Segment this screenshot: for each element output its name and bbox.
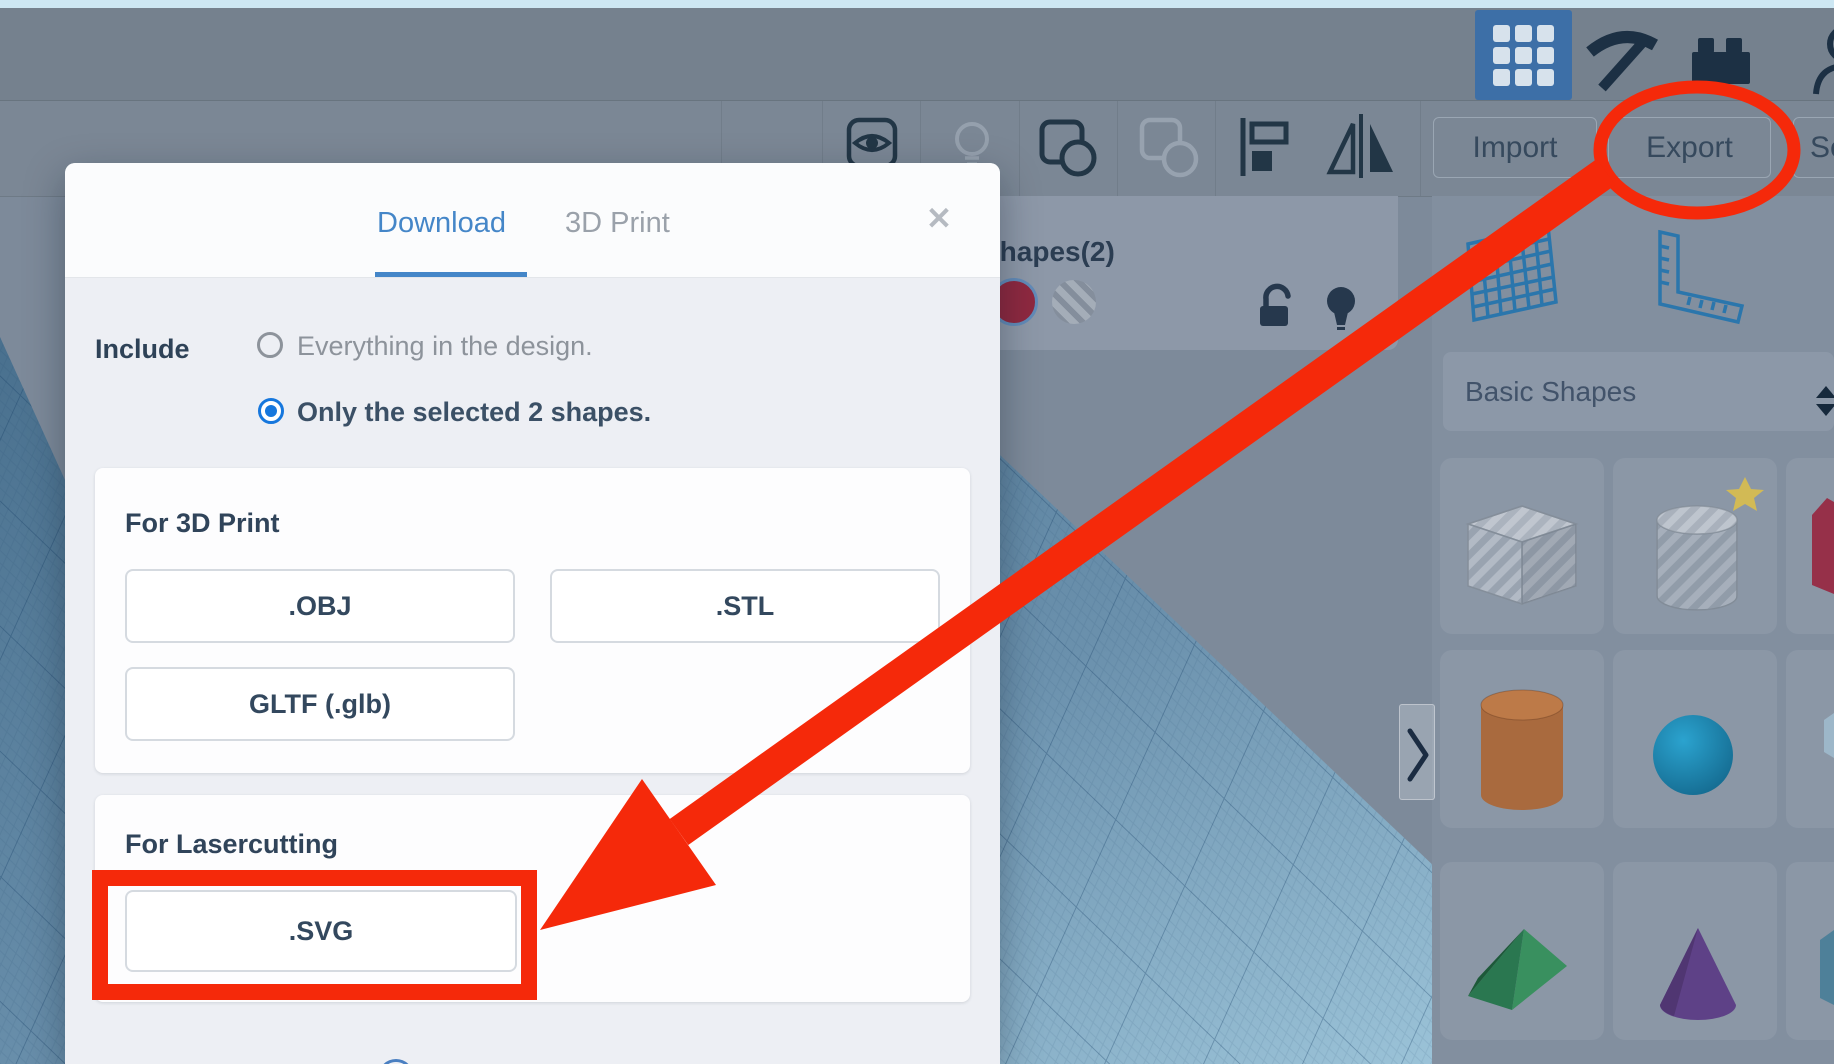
radio-only-selected[interactable] bbox=[258, 398, 284, 424]
send-to-label: Se bbox=[1810, 130, 1834, 164]
radio-everything[interactable] bbox=[257, 332, 283, 358]
shape-tile-box[interactable] bbox=[1440, 458, 1604, 634]
send-to-button[interactable]: Se bbox=[1793, 117, 1834, 178]
import-button[interactable]: Import bbox=[1433, 117, 1597, 178]
toolbar-divider bbox=[1420, 101, 1421, 196]
category-label: Basic Shapes bbox=[1465, 375, 1637, 407]
annotation-highlight-box bbox=[92, 870, 537, 1000]
grid-menu-icon[interactable] bbox=[1475, 10, 1572, 100]
shape-tile-cone[interactable] bbox=[1613, 862, 1777, 1040]
download-obj-button[interactable]: .OBJ bbox=[125, 569, 515, 643]
close-icon[interactable]: ✕ bbox=[921, 201, 957, 237]
partial-radio-button[interactable] bbox=[378, 1059, 414, 1064]
radio-everything-label[interactable]: Everything in the design. bbox=[297, 331, 593, 362]
section-title: For 3D Print bbox=[125, 508, 280, 538]
radio-only-selected-label[interactable]: Only the selected 2 shapes. bbox=[297, 397, 651, 428]
shape-category-select[interactable]: Basic Shapes bbox=[1443, 352, 1834, 431]
toolbar-divider bbox=[1215, 101, 1216, 196]
top-accent-strip bbox=[0, 0, 1834, 8]
active-tab-underline bbox=[375, 272, 527, 277]
panel-collapse-button[interactable] bbox=[1399, 704, 1435, 800]
shape-tile-orange-cylinder[interactable] bbox=[1440, 650, 1604, 828]
export-button[interactable]: Export bbox=[1608, 117, 1771, 178]
chevron-right-icon bbox=[1407, 728, 1429, 782]
section-title: For Lasercutting bbox=[125, 829, 339, 859]
shape-tile-half[interactable] bbox=[1786, 650, 1834, 828]
shape-tile-cylinder[interactable] bbox=[1613, 458, 1777, 634]
download-gltf-button[interactable]: GLTF (.glb) bbox=[125, 667, 515, 741]
include-label: Include bbox=[95, 334, 190, 364]
shape-tile-roof[interactable] bbox=[1440, 862, 1604, 1040]
tab-download[interactable]: Download bbox=[377, 207, 506, 240]
toolbar-divider bbox=[1019, 101, 1020, 196]
striped-shape-swatch[interactable] bbox=[1052, 280, 1096, 324]
export-label: Export bbox=[1646, 130, 1733, 164]
dialog-header: Download 3D Print ✕ bbox=[65, 163, 1000, 278]
section-for-3d-print: For 3D Print .OBJ .STL GLTF (.glb) bbox=[95, 468, 970, 773]
selection-panel bbox=[960, 196, 1398, 350]
download-stl-button[interactable]: .STL bbox=[550, 569, 940, 643]
shape-tile-redbox[interactable] bbox=[1786, 458, 1834, 634]
shape-tile-teal[interactable] bbox=[1786, 862, 1834, 1040]
selection-title: Shapes(2) bbox=[981, 236, 1115, 267]
shape-tile-sphere[interactable] bbox=[1613, 650, 1777, 828]
tab-3d-print[interactable]: 3D Print bbox=[565, 207, 670, 240]
tinkercad-screen: Import Export Se Shapes(2) Basic Shapes bbox=[0, 0, 1834, 1064]
import-label: Import bbox=[1472, 130, 1558, 164]
toolbar-divider bbox=[1117, 101, 1118, 196]
export-dialog: Download 3D Print ✕ Include Everything i… bbox=[65, 163, 1000, 1064]
